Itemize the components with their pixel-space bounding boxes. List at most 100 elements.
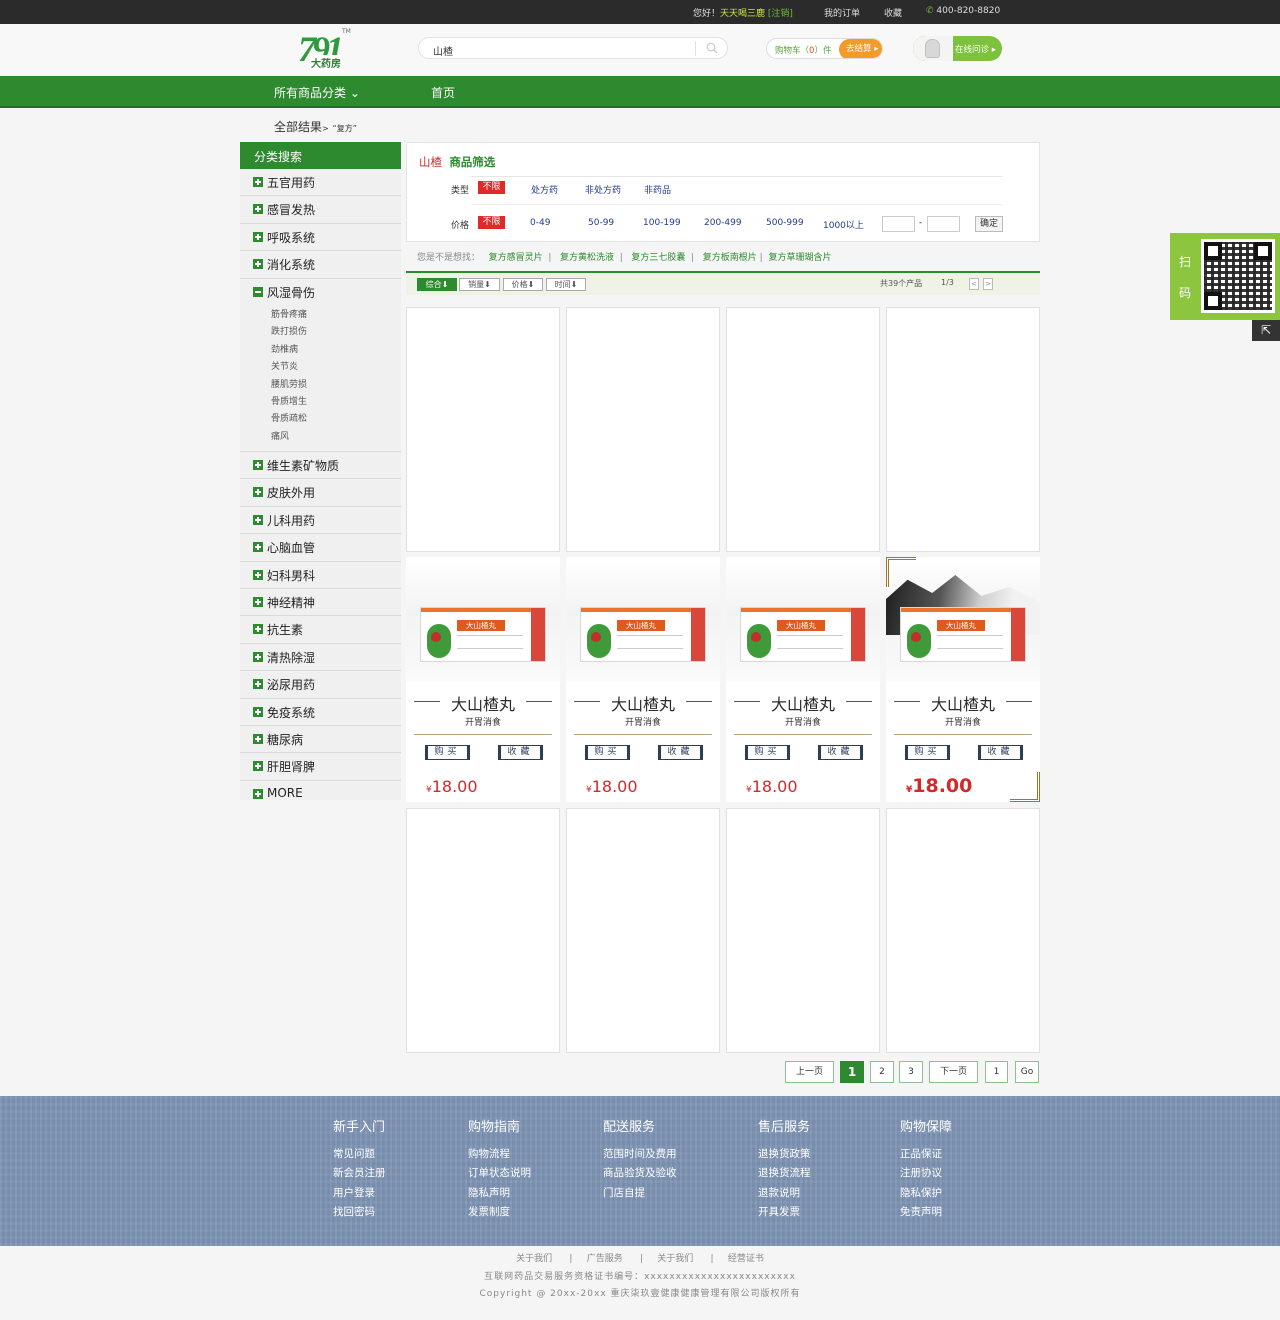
- price-option[interactable]: 1000以上: [823, 218, 864, 231]
- sort-sales-button[interactable]: 销量⬇: [459, 278, 500, 291]
- footer-link[interactable]: 隐私声明: [468, 1185, 531, 1204]
- footer-link[interactable]: 退换货政策: [758, 1146, 811, 1165]
- cart-widget[interactable]: 购物车（0）件 去结算 ▸: [766, 38, 883, 59]
- cart-count[interactable]: 购物车（0）件: [775, 44, 831, 56]
- buy-button[interactable]: 购买: [745, 745, 790, 760]
- sidebar-item-more[interactable]: MORE: [240, 781, 401, 808]
- product-card-empty[interactable]: [406, 808, 560, 1053]
- price-option[interactable]: 100-199: [643, 218, 681, 228]
- sidebar-item[interactable]: 感冒发热: [240, 196, 401, 224]
- buy-button[interactable]: 购买: [905, 745, 950, 760]
- footer-link[interactable]: 正品保证: [900, 1146, 952, 1165]
- footer-link[interactable]: 商品验货及验收: [603, 1165, 677, 1184]
- type-option[interactable]: 非药品: [644, 183, 671, 196]
- product-card[interactable]: 大山楂丸 大山楂丸 开胃消食 购买 收藏 ¥18.00: [406, 557, 560, 802]
- footer-link[interactable]: 发票制度: [468, 1204, 531, 1223]
- price-confirm-button[interactable]: 确定: [975, 216, 1003, 232]
- checkout-button[interactable]: 去结算 ▸: [839, 39, 882, 58]
- product-card-empty[interactable]: [566, 808, 720, 1053]
- subcategory-item[interactable]: 痛风: [271, 429, 401, 446]
- footer-link[interactable]: 新会员注册: [333, 1165, 386, 1184]
- footer-link[interactable]: 范围时间及费用: [603, 1146, 677, 1165]
- subcategory-item[interactable]: 劲椎病: [271, 342, 401, 359]
- sort-price-button[interactable]: 价格⬇: [503, 278, 543, 291]
- suggestion-link[interactable]: 复方黄松洗液: [560, 253, 614, 263]
- sidebar-item[interactable]: 妇科男科: [240, 562, 401, 590]
- price-min-input[interactable]: [882, 216, 915, 232]
- product-card-empty[interactable]: [886, 808, 1040, 1053]
- prev-page-button[interactable]: 上一页: [785, 1061, 834, 1083]
- sidebar-item[interactable]: 维生素矿物质: [240, 452, 401, 480]
- next-page-button[interactable]: 下一页: [929, 1061, 978, 1083]
- search-input[interactable]: 山楂: [433, 43, 453, 58]
- back-to-top-icon[interactable]: ⇱: [1252, 320, 1280, 341]
- favorite-button[interactable]: 收藏: [658, 745, 703, 760]
- sidebar-item[interactable]: 泌尿用药: [240, 671, 401, 699]
- sidebar-item[interactable]: 抗生素: [240, 616, 401, 644]
- favorite-button[interactable]: 收藏: [978, 745, 1023, 760]
- product-name[interactable]: 大山楂丸: [406, 691, 560, 715]
- product-card-empty[interactable]: [726, 808, 880, 1053]
- sidebar-item[interactable]: 五官用药: [240, 169, 401, 197]
- sort-default-button[interactable]: 综合⬇: [417, 278, 457, 291]
- product-name[interactable]: 大山楂丸: [886, 691, 1040, 715]
- username[interactable]: 天天喝三鹿: [720, 9, 765, 19]
- sidebar-item-expanded[interactable]: 风湿骨伤: [240, 279, 401, 306]
- page-button[interactable]: 2: [870, 1061, 894, 1083]
- type-option[interactable]: 非处方药: [585, 183, 621, 196]
- sidebar-item[interactable]: 免疫系统: [240, 699, 401, 726]
- price-max-input[interactable]: [927, 216, 960, 232]
- price-option[interactable]: 200-499: [704, 218, 742, 228]
- footer-link[interactable]: 隐私保护: [900, 1185, 952, 1204]
- subcategory-item[interactable]: 腰肌劳损: [271, 377, 401, 394]
- sidebar-item[interactable]: 肝胆肾脾: [240, 753, 401, 781]
- price-option[interactable]: 50-99: [588, 218, 614, 228]
- sidebar-item[interactable]: 神经精神: [240, 589, 401, 617]
- product-card[interactable]: 大山楂丸 大山楂丸 开胃消食 购买 收藏 ¥18.00: [726, 557, 880, 802]
- footer-link[interactable]: 免责声明: [900, 1204, 952, 1223]
- type-option[interactable]: 处方药: [531, 183, 558, 196]
- footer-link[interactable]: 常见问题: [333, 1146, 386, 1165]
- bottom-link[interactable]: 经营证书: [728, 1254, 764, 1264]
- product-card[interactable]: 大山楂丸 大山楂丸 开胃消食 购买 收藏 ¥18.00: [566, 557, 720, 802]
- product-card-empty[interactable]: [726, 307, 880, 552]
- buy-button[interactable]: 购买: [425, 745, 470, 760]
- footer-link[interactable]: 门店自提: [603, 1185, 677, 1204]
- sidebar-item[interactable]: 清热除湿: [240, 644, 401, 672]
- online-consult-button[interactable]: 在线问诊 ▸: [913, 36, 1002, 61]
- subcategory-item[interactable]: 筋骨疼痛: [271, 307, 401, 324]
- product-image[interactable]: 大山楂丸: [900, 607, 1026, 662]
- price-option[interactable]: 0-49: [530, 218, 550, 228]
- suggestion-link[interactable]: 复方三七胶囊: [631, 253, 685, 263]
- sort-time-button[interactable]: 时间⬇: [546, 278, 586, 291]
- footer-link[interactable]: 用户登录: [333, 1185, 386, 1204]
- product-image[interactable]: 大山楂丸: [420, 607, 546, 662]
- page-button[interactable]: 3: [899, 1061, 923, 1083]
- product-image[interactable]: 大山楂丸: [580, 607, 706, 662]
- price-all-tag[interactable]: 不限: [478, 216, 505, 229]
- subcategory-item[interactable]: 骨质增生: [271, 394, 401, 411]
- favorite-button[interactable]: 收藏: [818, 745, 863, 760]
- logout-link[interactable]: [注销]: [768, 9, 793, 19]
- page-button-active[interactable]: 1: [840, 1061, 864, 1083]
- suggestion-link[interactable]: 复方感冒灵片: [489, 253, 543, 263]
- sidebar-item[interactable]: 呼吸系统: [240, 224, 401, 252]
- breadcrumb-root[interactable]: 全部结果: [274, 120, 322, 134]
- buy-button[interactable]: 购买: [585, 745, 630, 760]
- product-name[interactable]: 大山楂丸: [566, 691, 720, 715]
- bottom-link[interactable]: 关于我们: [516, 1254, 552, 1264]
- page-jump-input[interactable]: 1: [985, 1061, 1008, 1083]
- sidebar-item[interactable]: 儿科用药: [240, 507, 401, 535]
- sidebar-item[interactable]: 皮肤外用: [240, 479, 401, 507]
- product-card-empty[interactable]: [886, 307, 1040, 552]
- qr-code-panel[interactable]: 扫 码: [1170, 233, 1280, 320]
- product-image[interactable]: 大山楂丸: [740, 607, 866, 662]
- search-icon[interactable]: [706, 42, 718, 54]
- suggestion-link[interactable]: 复方板南根片: [703, 253, 757, 263]
- bottom-link[interactable]: 关于我们: [657, 1254, 693, 1264]
- my-orders-link[interactable]: 我的订单: [824, 6, 860, 19]
- sidebar-item[interactable]: 糖尿病: [240, 726, 401, 754]
- subcategory-item[interactable]: 跌打损伤: [271, 324, 401, 341]
- search-box[interactable]: 山楂: [418, 37, 728, 59]
- footer-link[interactable]: 退款说明: [758, 1185, 811, 1204]
